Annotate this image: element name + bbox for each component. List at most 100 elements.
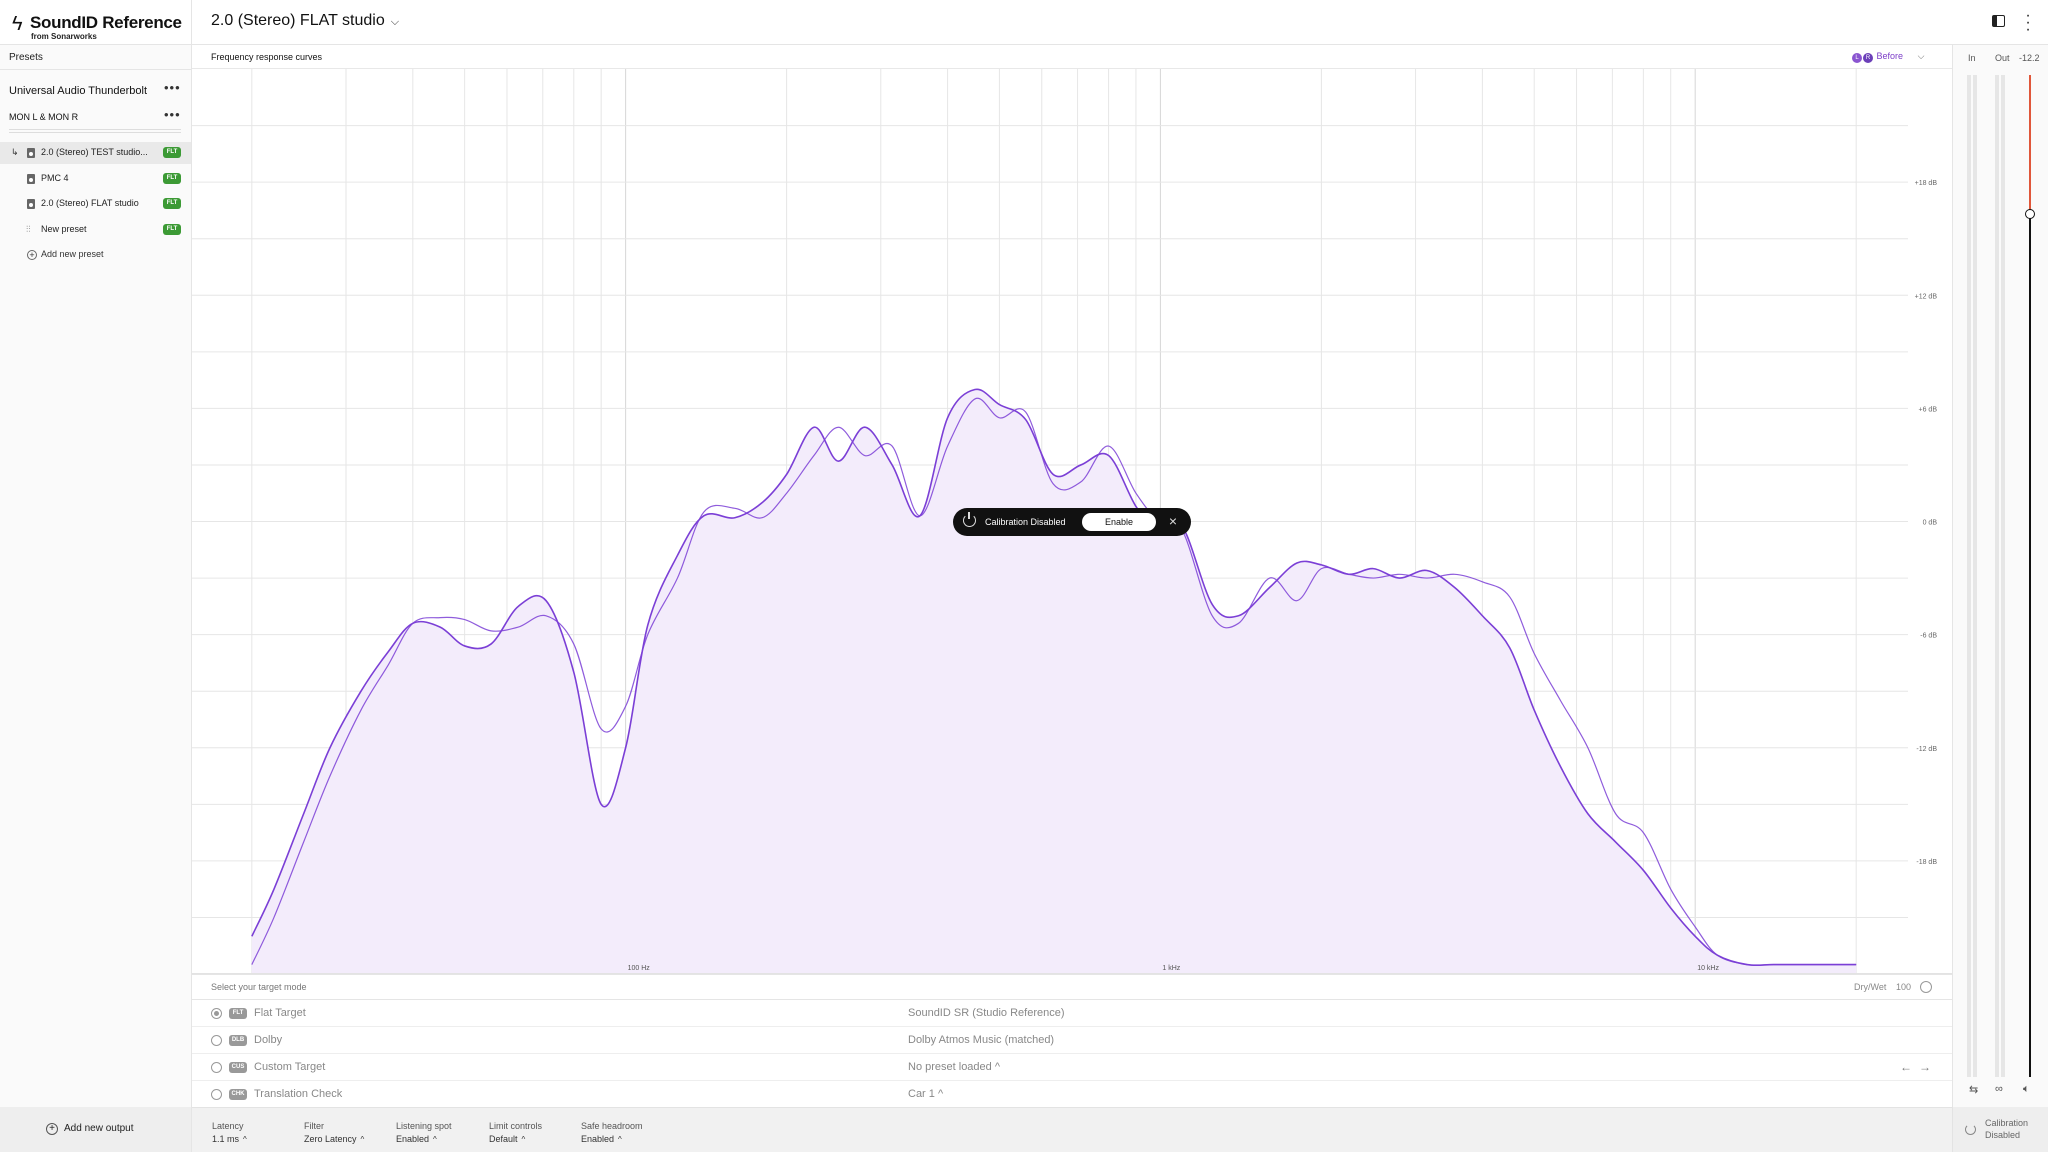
meter-panel: In Out -12.2 ⇆ ∞ 🔈︎ (1952, 45, 2048, 1107)
target-value: No preset loaded (908, 1061, 992, 1073)
add-output-label: Add new output (64, 1123, 134, 1134)
volume-range-indicator (2029, 75, 2031, 216)
limit-controls-setting: Limit controls Default ^ (489, 1121, 542, 1144)
chevron-up-icon: ^ (243, 1135, 247, 1144)
preset-item-flat-studio[interactable]: 2.0 (Stereo) FLAT studio FLT (0, 193, 191, 215)
input-meter-left (1967, 75, 1971, 1077)
filter-dropdown[interactable]: Zero Latency ^ (304, 1134, 364, 1144)
device-options-icon[interactable]: ••• (164, 80, 181, 95)
target-row-custom[interactable]: CUS Custom Target No preset loaded ^ ← → (192, 1054, 1952, 1081)
flat-badge: FLT (163, 147, 181, 158)
limit-controls-dropdown[interactable]: Default ^ (489, 1134, 542, 1144)
volume-readout: -12.2 (2019, 53, 2040, 63)
target-mode-prompt: Select your target mode (211, 982, 307, 992)
arrow-left-icon[interactable]: ← (1900, 1060, 1912, 1074)
target-tag: CHK (229, 1089, 247, 1100)
output-meter-left (1995, 75, 1999, 1077)
target-tag: FLT (229, 1008, 247, 1019)
close-icon[interactable]: × (1166, 514, 1180, 528)
output-meter-right (2001, 75, 2005, 1077)
add-preset-button[interactable]: + Add new preset (27, 249, 104, 260)
arrow-right-icon[interactable]: → (1919, 1060, 1931, 1074)
corner-arrow-icon: ↳ (11, 147, 19, 157)
before-after-toggle[interactable]: LR Before ⌵ (1852, 51, 1924, 63)
target-row-translation[interactable]: CHK Translation Check Car 1 ^ (192, 1081, 1952, 1108)
latency-dropdown[interactable]: 1.1 ms ^ (212, 1134, 247, 1144)
more-options-icon[interactable]: · · · (2023, 8, 2033, 38)
status-bar: Latency 1.1 ms ^ Filter Zero Latency ^ Lis… (192, 1107, 1952, 1152)
link-channels-icon[interactable]: ∞ (1995, 1083, 2003, 1095)
target-value-dropdown[interactable]: No preset loaded ^ (908, 1061, 1000, 1073)
flat-badge: FLT (163, 224, 181, 235)
speaker-icon[interactable]: 🔈︎ (2023, 1083, 2030, 1096)
before-label: Before (1876, 51, 1904, 61)
output-name: MON L & MON R (9, 112, 79, 122)
volume-slider-track[interactable] (2029, 75, 2031, 1077)
preset-item-new-preset[interactable]: ⫶⫶ New preset FLT (0, 219, 191, 241)
preset-item-test-studio[interactable]: ↳ 2.0 (Stereo) TEST studio... FLT (0, 142, 191, 164)
plus-circle-icon: + (27, 250, 37, 260)
target-row-dolby[interactable]: DLB Dolby Dolby Atmos Music (matched) (192, 1027, 1952, 1054)
dry-wet-knob[interactable] (1920, 981, 1932, 993)
output-options-icon[interactable]: ••• (164, 107, 181, 122)
target-mode-header: Select your target mode Dry/Wet 100 (192, 974, 1952, 1000)
target-name: Flat Target (254, 1007, 306, 1019)
brand-name: SoundID Reference (30, 13, 182, 32)
calibration-status-text: Calibration Disabled (985, 517, 1066, 527)
power-icon (1965, 1124, 1976, 1135)
calibration-status-button[interactable]: Calibration Disabled (1952, 1107, 2048, 1152)
y-tick-label: -6 dB (1920, 633, 1937, 640)
y-tick-label: +6 dB (1919, 406, 1938, 413)
target-name: Custom Target (254, 1061, 326, 1073)
x-tick-label: 100 Hz (628, 965, 651, 972)
dry-wet-value: 100 (1896, 982, 1912, 992)
device-name: Universal Audio Thunderbolt (9, 85, 147, 97)
preset-item-pmc4[interactable]: PMC 4 FLT (0, 168, 191, 190)
preset-selector[interactable]: 2.0 (Stereo) FLAT studio ⌵ (211, 12, 399, 30)
y-tick-label: -18 dB (1916, 859, 1937, 866)
listening-spot-setting: Listening spot Enabled ^ (396, 1121, 452, 1144)
preset-title-label: 2.0 (Stereo) FLAT studio (211, 12, 385, 29)
target-value[interactable]: Dolby Atmos Music (matched) (908, 1034, 1054, 1046)
safe-headroom-dropdown[interactable]: Enabled ^ (581, 1134, 643, 1144)
document-icon (27, 148, 35, 158)
input-meter-label: In (1968, 53, 1976, 63)
target-row-flat[interactable]: FLT Flat Target SoundID SR (Studio Refer… (192, 1000, 1952, 1027)
target-value[interactable]: SoundID SR (Studio Reference) (908, 1007, 1065, 1019)
safe-headroom-setting: Safe headroom Enabled ^ (581, 1121, 643, 1144)
chevron-up-icon: ^ (618, 1135, 622, 1144)
calibration-status-line2: Disabled (1985, 1130, 2021, 1140)
chevron-up-icon: ^ (521, 1135, 526, 1144)
listening-spot-dropdown[interactable]: Enabled ^ (396, 1134, 452, 1144)
radio-button[interactable] (211, 1035, 222, 1046)
swap-icon[interactable]: ⇆ (1969, 1083, 1978, 1096)
listening-spot-value: Enabled (396, 1134, 430, 1144)
chevron-up-icon: ^ (360, 1135, 365, 1144)
right-channel-icon: R (1863, 53, 1873, 63)
panel-toggle-icon[interactable] (1992, 15, 2005, 27)
add-preset-label: Add new preset (41, 249, 104, 259)
calibration-overlay: Calibration Disabled Enable × (953, 508, 1191, 536)
x-tick-label: 10 kHz (1697, 965, 1719, 972)
y-tick-label: +12 dB (1915, 293, 1938, 300)
target-name: Translation Check (254, 1088, 343, 1100)
enable-calibration-button[interactable]: Enable (1082, 513, 1156, 531)
graph-title: Frequency response curves (211, 52, 323, 62)
sidebar: Presets Universal Audio Thunderbolt ••• … (0, 45, 191, 1107)
volume-slider-knob[interactable] (2025, 209, 2035, 220)
filter-setting: Filter Zero Latency ^ (304, 1121, 364, 1144)
chevron-down-icon: ⌵ (390, 16, 400, 28)
safe-headroom-value: Enabled (581, 1134, 615, 1144)
latency-label: Latency (212, 1121, 244, 1131)
preset-label: PMC 4 (41, 173, 69, 183)
target-value-dropdown[interactable]: Car 1 ^ (908, 1088, 943, 1100)
calibration-status-line1: Calibration (1985, 1118, 2029, 1128)
radio-button[interactable] (211, 1062, 222, 1073)
radio-button[interactable] (211, 1089, 222, 1100)
add-output-button[interactable]: + Add new output (0, 1107, 191, 1152)
safe-headroom-label: Safe headroom (581, 1121, 643, 1131)
radio-button[interactable] (211, 1008, 222, 1019)
left-channel-icon: L (1852, 53, 1862, 63)
listening-spot-label: Listening spot (396, 1121, 452, 1131)
limit-controls-value: Default (489, 1134, 518, 1144)
